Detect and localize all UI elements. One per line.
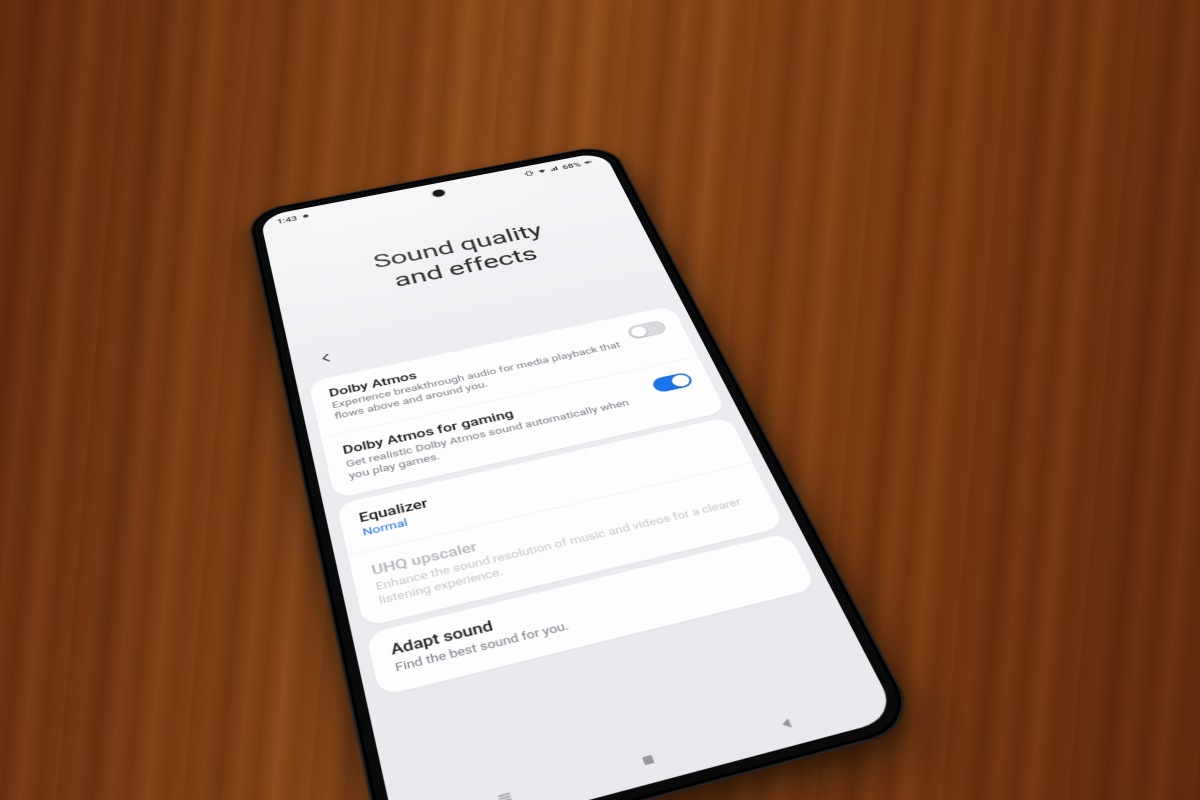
battery-icon: [582, 158, 595, 166]
nav-back-button[interactable]: [771, 711, 802, 736]
battery-percent: 68%: [561, 161, 582, 171]
vibrate-icon: [523, 170, 536, 179]
nav-home-button[interactable]: [633, 747, 664, 773]
toggle-dolby-atmos-gaming[interactable]: [651, 372, 695, 394]
back-triangle-icon: [774, 714, 799, 734]
nav-recents-button[interactable]: [490, 784, 520, 800]
toggle-dolby-atmos[interactable]: [626, 319, 668, 339]
chevron-left-icon: [316, 350, 338, 366]
table-surface: 1:43 68%: [0, 0, 1200, 800]
phone-frame: 1:43 68%: [246, 143, 921, 800]
recents-icon: [493, 787, 517, 800]
home-icon: [636, 750, 661, 771]
navigation-bar: [389, 677, 898, 800]
status-notification-icon: [300, 212, 312, 221]
status-time: 1:43: [276, 215, 298, 226]
wifi-icon: [535, 167, 548, 176]
signal-icon: [548, 165, 561, 174]
phone-screen: 1:43 68%: [260, 152, 899, 800]
back-button[interactable]: [311, 347, 341, 369]
